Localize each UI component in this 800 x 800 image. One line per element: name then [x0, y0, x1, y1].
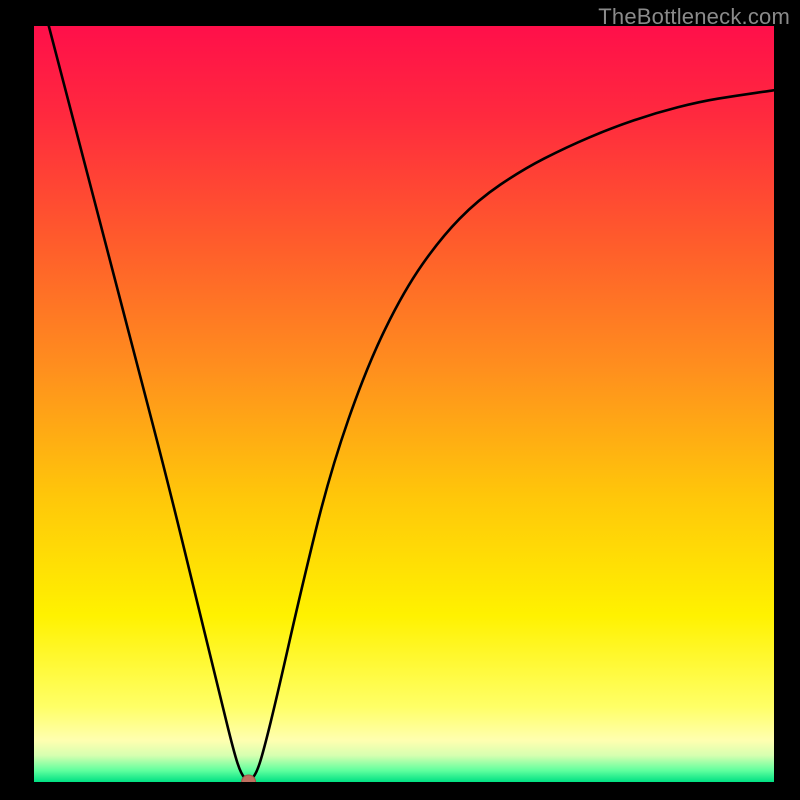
chart-svg [34, 26, 774, 782]
plot-area [34, 26, 774, 782]
app-frame: TheBottleneck.com [0, 0, 800, 800]
gradient-background [34, 26, 774, 782]
